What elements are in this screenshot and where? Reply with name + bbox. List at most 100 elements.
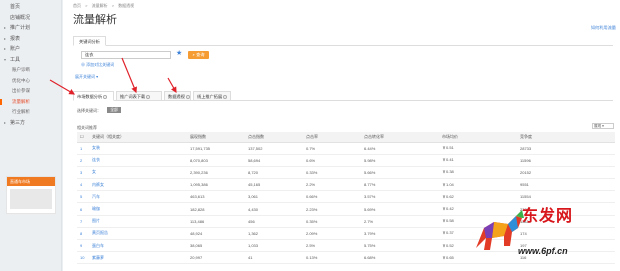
conversion-cell: 5.98%: [361, 154, 439, 167]
row-index: 1: [77, 142, 89, 155]
select-all-checkbox[interactable]: ☐: [80, 134, 84, 139]
keyword-cell[interactable]: 汽车: [89, 190, 187, 204]
col-header-impressions[interactable]: 展现指数: [187, 132, 245, 143]
sidebar-item-label: 报表: [10, 35, 21, 42]
keyword-cell[interactable]: 女装: [89, 142, 187, 155]
col-header-conversion[interactable]: 点击转化率: [361, 132, 439, 143]
ctr-cell: 0.7%: [303, 142, 361, 155]
help-link[interactable]: 如何利用流量: [591, 25, 616, 31]
clicks-cell: 8,720: [245, 166, 303, 180]
sidebar-item[interactable]: ▸ 报表: [0, 34, 61, 45]
keyword-cell[interactable]: 瑜伽: [89, 202, 187, 216]
sort-select[interactable]: 展现 ▾: [592, 123, 614, 129]
competition-cell: 28733: [517, 142, 615, 155]
conversion-cell: 2.7%: [361, 215, 439, 228]
row-index: 10: [77, 251, 89, 265]
table-row: 2 连衣 8,070,803 58,694 0.6% 5.98% ￥0.41 11596: [77, 154, 615, 167]
conversion-cell: 3.57%: [361, 190, 439, 204]
tab-word-download[interactable]: 推广词表下载: [116, 91, 162, 101]
ctr-cell: 0.13%: [303, 251, 361, 265]
breadcrumb-traffic[interactable]: 流量解析: [92, 3, 108, 8]
keyword-cell[interactable]: 蛋白车: [89, 239, 187, 253]
row-index: 3: [77, 166, 89, 180]
sidebar-item[interactable]: ▸ 推广计划: [0, 23, 61, 34]
expand-link[interactable]: 展开关键词 ▾: [75, 74, 98, 80]
sidebar-item[interactable]: 店铺概况: [0, 13, 61, 24]
sidebar-item[interactable]: 优化中心: [0, 76, 61, 87]
clicks-cell: 456: [245, 215, 303, 228]
sidebar-item[interactable]: 首页: [0, 2, 61, 13]
table-header-row: ☐ 关键词（相关度） 展现指数 点击指数 点击率 点击转化率 市场均价 竞争度: [77, 132, 615, 143]
sidebar-item-label: 工具: [10, 56, 21, 63]
filter-label: 选择关键词：: [77, 108, 101, 113]
sidebar-item[interactable]: 行业解析: [0, 107, 61, 118]
ctr-cell: 0.6%: [303, 154, 361, 167]
sidebar-ad[interactable]: 直通车市场: [6, 176, 56, 214]
keyword-cell[interactable]: 图片: [89, 215, 187, 228]
help-icon[interactable]: [185, 94, 190, 99]
table-row: 3 女 2,390,236 8,720 0.33% 5.66% ￥0.38 20152: [77, 166, 615, 180]
tab-label: 推广词表下载: [120, 94, 146, 99]
filter-all-button[interactable]: 全部: [107, 107, 121, 113]
clicks-cell: 1,033: [245, 239, 303, 253]
app-window: 首页 店铺概况 ▸ 推广计划 ▸ 报表 ▸ 账户 ▾ 工具 账户诊断 优化中心 出价参谋 流量解析 行业解析…: [0, 0, 620, 271]
sidebar-item-label: 推广计划: [10, 25, 31, 31]
ad-image: [10, 189, 52, 209]
help-icon[interactable]: [103, 94, 108, 99]
help-icon[interactable]: [223, 94, 228, 99]
sidebar-item-label: 出价参谋: [12, 88, 30, 93]
tab-data-pivot[interactable]: 数据透视: [164, 91, 191, 101]
ctr-cell: 0.33%: [303, 166, 361, 180]
keyword-cell[interactable]: 黄页报告: [89, 227, 187, 241]
sidebar-item[interactable]: ▸ 账户: [0, 44, 61, 55]
watermark-brand: 东发网: [522, 206, 574, 225]
impressions-cell: 17,591,735: [187, 142, 245, 155]
keyword-cell[interactable]: 女: [89, 166, 187, 180]
keyword-cell[interactable]: 内裤女: [89, 178, 187, 192]
add-compare-link[interactable]: ⊕ 添加对比关键词: [81, 62, 114, 68]
clicks-cell: 45,165: [245, 178, 303, 192]
sidebar-item[interactable]: 账户诊断: [0, 65, 61, 76]
chevron-right-icon: ▸: [4, 25, 7, 30]
impressions-cell: 113,486: [187, 215, 245, 228]
row-index: 6: [77, 202, 89, 216]
col-header-competition[interactable]: 竞争度: [517, 132, 615, 143]
chevron-right-icon: ▸: [4, 35, 7, 41]
price-cell: ￥0.51: [439, 142, 517, 155]
keyword-cell[interactable]: 紫藤萝: [89, 251, 187, 265]
search-input[interactable]: 连衣: [81, 51, 171, 59]
row-index: 7: [77, 215, 89, 228]
col-header-ctr[interactable]: 点击率: [303, 132, 361, 143]
ctr-cell: 2.23%: [303, 202, 361, 216]
impressions-cell: 182,828: [187, 202, 245, 216]
tab-label: 线上推广拓展: [197, 94, 223, 99]
sidebar-item[interactable]: ▾ 工具: [0, 55, 61, 66]
search-button[interactable]: ⌕ 查询: [188, 51, 209, 59]
help-icon[interactable]: [146, 94, 151, 99]
keyword-cell[interactable]: 连衣: [89, 154, 187, 167]
col-header-price[interactable]: 市场均价: [439, 132, 517, 143]
conversion-cell: 5.69%: [361, 202, 439, 216]
col-header-keyword[interactable]: 关键词（相关度）: [89, 132, 187, 143]
col-header-clicks[interactable]: 点击指数: [245, 132, 303, 143]
price-cell: ￥0.38: [439, 166, 517, 180]
clicks-cell: 3,061: [245, 190, 303, 204]
sidebar-item-label: 流量解析: [12, 98, 30, 104]
conversion-cell: 5.66%: [361, 166, 439, 180]
search-button-label: 查询: [196, 52, 205, 57]
impressions-cell: 38,065: [187, 239, 245, 253]
chevron-right-icon: ▸: [4, 119, 7, 125]
subtab-keyword-analysis[interactable]: 关键词分析: [73, 36, 106, 46]
sidebar-item[interactable]: 流量解析: [0, 97, 61, 108]
ctr-cell: 2.5%: [303, 239, 361, 253]
ctr-cell: 0.35%: [303, 215, 361, 228]
breadcrumb-home[interactable]: 首页: [73, 3, 81, 8]
sidebar-item[interactable]: ▸ 第三方: [0, 118, 61, 129]
star-icon[interactable]: ★: [176, 50, 182, 58]
tab-online-expand[interactable]: 线上推广拓展: [193, 91, 231, 101]
price-cell: ￥1.04: [439, 178, 517, 192]
sidebar-item[interactable]: 出价参谋: [0, 86, 61, 97]
tab-market-data[interactable]: 市场数据分析: [73, 91, 114, 101]
price-cell: ￥0.41: [439, 154, 517, 167]
impressions-cell: 8,070,803: [187, 154, 245, 167]
